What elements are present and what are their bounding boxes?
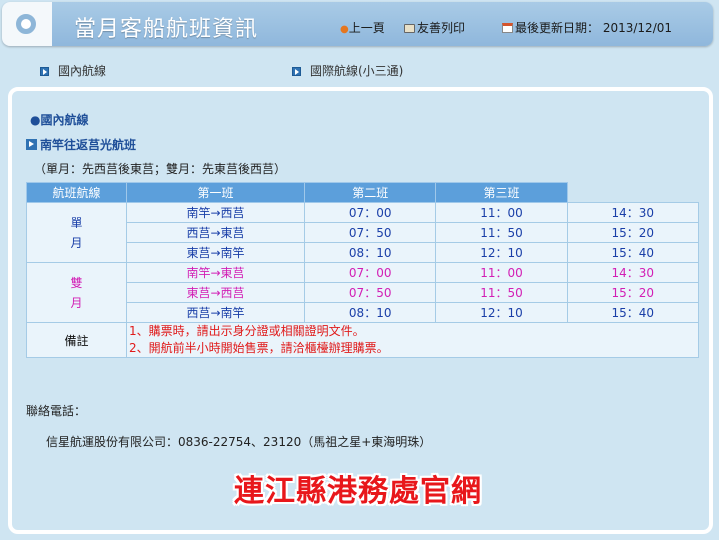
calendar-icon bbox=[502, 23, 513, 33]
time-cell: 14：30 bbox=[566, 202, 700, 223]
route-cell: 東莒→西莒 bbox=[125, 282, 306, 303]
table-row: 東莒→西莒 07：50 11：50 15：20 bbox=[27, 282, 700, 303]
site-title: 當月客船航班資訊 bbox=[74, 17, 259, 42]
time-cell: 15：40 bbox=[566, 242, 700, 263]
time-cell: 08：10 bbox=[304, 242, 437, 263]
single-month-label: 單月 bbox=[26, 202, 127, 263]
table-row: 東莒→南竿 08：10 12：10 15：40 bbox=[27, 242, 700, 263]
time-cell: 07：00 bbox=[304, 202, 437, 223]
single-month-text: 單月 bbox=[70, 215, 83, 250]
col-header-third: 第三班 bbox=[435, 182, 568, 203]
col-header-route: 航班航線 bbox=[26, 182, 127, 203]
time-cell: 08：10 bbox=[304, 302, 437, 323]
nav-arrow-icon bbox=[40, 67, 49, 76]
printer-icon bbox=[404, 24, 415, 33]
update-date: 2013/12/01 bbox=[602, 21, 673, 35]
time-cell: 15：20 bbox=[566, 282, 700, 303]
schedule-table: 航班航線 第一班 第二班 第三班 單月 南竿→西莒 07：00 11：00 14… bbox=[26, 182, 700, 358]
time-cell: 12：10 bbox=[435, 302, 568, 323]
content-panel: ●國內航線 南竿往返莒光航班 （單月：先西莒後東莒；雙月：先東莒後西莒） 航班航… bbox=[8, 87, 713, 534]
route-title-text: 南竿往返莒光航班 bbox=[40, 138, 137, 152]
double-month-label: 雙月 bbox=[26, 262, 127, 323]
remarks-label: 備註 bbox=[26, 322, 127, 358]
time-cell: 07：50 bbox=[304, 282, 437, 303]
nav-international-routes[interactable]: 國際航線(小三通) bbox=[292, 62, 403, 79]
update-label: 最後更新日期： bbox=[515, 21, 600, 35]
site-watermark: 連江縣港務處官網 bbox=[234, 474, 482, 509]
table-header-row: 航班航線 第一班 第二班 第三班 bbox=[26, 182, 699, 203]
nav-arrow-icon bbox=[292, 67, 301, 76]
time-cell: 12：10 bbox=[435, 242, 568, 263]
print-label[interactable]: 友善列印 bbox=[417, 21, 465, 35]
route-cell: 西莒→南竿 bbox=[125, 302, 306, 323]
route-cell: 西莒→東莒 bbox=[125, 222, 306, 243]
time-cell: 07：00 bbox=[304, 262, 437, 283]
route-cell: 東莒→南竿 bbox=[125, 242, 306, 263]
route-note: （單月：先西莒後東莒；雙月：先東莒後西莒） bbox=[34, 162, 287, 176]
nav-domestic-label[interactable]: 國內航線 bbox=[58, 64, 106, 78]
time-cell: 14：30 bbox=[566, 262, 700, 283]
page-header: 當月客船航班資訊 ●上一頁 友善列印 最後更新日期： 2013/12/01 bbox=[2, 2, 713, 46]
route-arrow-icon bbox=[26, 139, 37, 150]
table-row: 西莒→東莒 07：50 11：50 15：20 bbox=[27, 222, 700, 243]
time-cell: 11：00 bbox=[435, 262, 568, 283]
contact-line: 信星航運股份有限公司：0836-22754、23120（馬祖之星+東海明珠） bbox=[46, 435, 432, 449]
bullet-dot-icon: ● bbox=[340, 24, 349, 35]
nav-international-label[interactable]: 國際航線(小三通) bbox=[310, 64, 403, 78]
time-cell: 11：00 bbox=[435, 202, 568, 223]
route-cell: 南竿→西莒 bbox=[125, 202, 306, 223]
time-cell: 11：50 bbox=[435, 222, 568, 243]
table-row: 雙月 南竿→東莒 07：00 11：00 14：30 bbox=[26, 262, 700, 323]
col-header-second: 第二班 bbox=[304, 182, 437, 203]
section-title: ●國內航線 bbox=[30, 113, 89, 127]
prev-page-link[interactable]: ●上一頁 bbox=[340, 19, 385, 36]
remarks-row: 備註 1、購票時，請出示身分證或相關證明文件。 2、開航前半小時開始售票，請洽櫃… bbox=[26, 322, 699, 358]
remark-item: 1、購票時，請出示身分證或相關證明文件。 bbox=[129, 324, 365, 338]
logo bbox=[2, 2, 52, 46]
remarks-cell: 1、購票時，請出示身分證或相關證明文件。 2、開航前半小時開始售票，請洽櫃檯辦理… bbox=[126, 322, 699, 358]
time-cell: 07：50 bbox=[304, 222, 437, 243]
time-cell: 15：20 bbox=[566, 222, 700, 243]
time-cell: 11：50 bbox=[435, 282, 568, 303]
prev-page-label[interactable]: 上一頁 bbox=[349, 21, 385, 35]
last-updated: 最後更新日期： 2013/12/01 bbox=[502, 19, 672, 36]
route-title: 南竿往返莒光航班 bbox=[26, 136, 136, 153]
remark-item: 2、開航前半小時開始售票，請洽櫃檯辦理購票。 bbox=[129, 341, 389, 355]
print-link[interactable]: 友善列印 bbox=[404, 19, 465, 36]
table-row: 單月 南竿→西莒 07：00 11：00 14：30 bbox=[26, 202, 700, 263]
col-header-first: 第一班 bbox=[125, 182, 306, 203]
table-row: 西莒→南竿 08：10 12：10 15：40 bbox=[27, 302, 700, 323]
logo-ring-icon bbox=[16, 14, 36, 34]
time-cell: 15：40 bbox=[566, 302, 700, 323]
nav-domestic-routes[interactable]: 國內航線 bbox=[40, 62, 106, 79]
contact-label: 聯絡電話： bbox=[26, 404, 87, 418]
double-month-text: 雙月 bbox=[70, 275, 83, 310]
route-cell: 南竿→東莒 bbox=[125, 262, 306, 283]
